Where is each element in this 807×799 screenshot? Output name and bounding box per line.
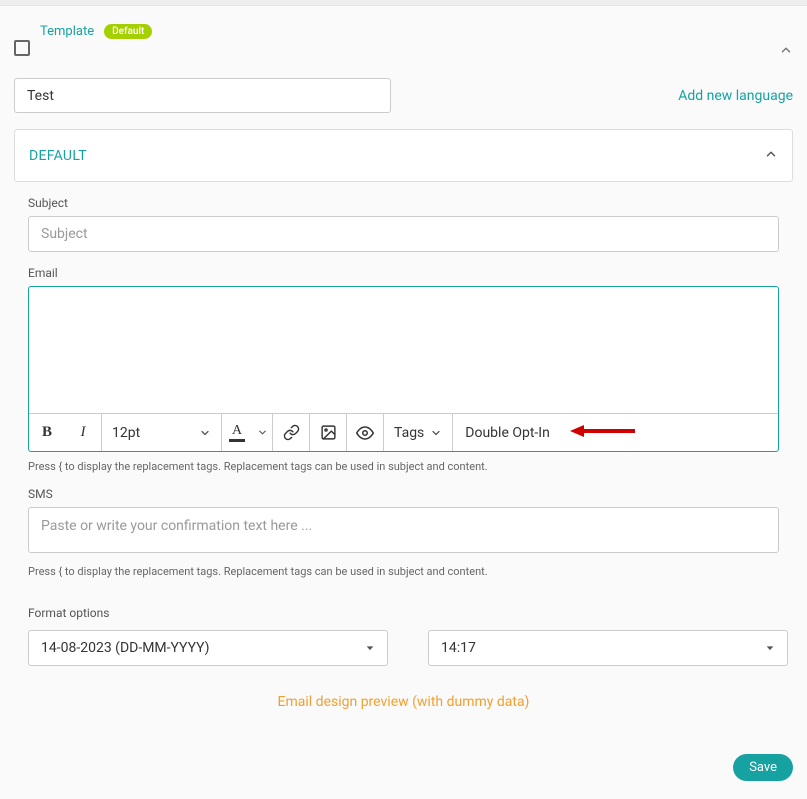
email-editor: B I 12pt A: [28, 286, 779, 452]
caret-down-icon: [365, 643, 375, 653]
double-opt-in-label: Double Opt-In: [465, 425, 550, 441]
email-label: Email: [28, 266, 779, 280]
chevron-down-icon: [199, 427, 211, 439]
email-editor-content[interactable]: [29, 287, 778, 413]
tags-label: Tags: [394, 425, 424, 441]
subject-input[interactable]: [28, 216, 779, 252]
template-link[interactable]: Template: [40, 24, 94, 39]
image-button[interactable]: [310, 414, 346, 451]
bold-button[interactable]: B: [29, 414, 65, 451]
font-size-value: 12pt: [112, 425, 140, 441]
replacement-hint-sms: Press { to display the replacement tags.…: [28, 565, 779, 578]
image-icon: [320, 424, 337, 441]
link-icon: [283, 424, 300, 441]
preview-button[interactable]: [347, 414, 383, 451]
font-size-select[interactable]: 12pt: [102, 414, 222, 451]
arrow-annotation: [570, 423, 635, 443]
date-format-select[interactable]: 14-08-2023 (DD-MM-YYYY): [28, 630, 388, 666]
default-panel-header[interactable]: DEFAULT: [15, 130, 792, 181]
default-badge: Default: [104, 24, 152, 39]
template-name-input[interactable]: [14, 78, 391, 113]
link-button[interactable]: [273, 414, 309, 451]
double-opt-in-button[interactable]: Double Opt-In: [453, 414, 562, 451]
time-format-value: 14:17: [441, 640, 476, 656]
format-options-label: Format options: [28, 606, 779, 620]
editor-toolbar: B I 12pt A: [29, 413, 778, 451]
text-color-dropdown[interactable]: [252, 414, 272, 451]
add-language-link[interactable]: Add new language: [678, 88, 793, 104]
sms-input[interactable]: [28, 507, 779, 553]
chevron-up-icon: [764, 146, 778, 165]
panel-title: DEFAULT: [29, 148, 87, 164]
chevron-down-icon: [430, 427, 442, 439]
italic-button[interactable]: I: [65, 414, 101, 451]
chevron-down-icon: [257, 427, 268, 438]
text-color-button[interactable]: A: [222, 414, 252, 451]
chevron-up-icon[interactable]: [779, 42, 793, 61]
replacement-hint: Press { to display the replacement tags.…: [28, 460, 779, 473]
save-button[interactable]: Save: [733, 754, 793, 781]
template-checkbox[interactable]: [14, 40, 30, 56]
eye-icon: [356, 424, 374, 442]
date-format-value: 14-08-2023 (DD-MM-YYYY): [41, 640, 210, 656]
sms-label: SMS: [28, 487, 779, 501]
caret-down-icon: [765, 643, 775, 653]
tags-select[interactable]: Tags: [384, 414, 453, 451]
email-preview-link[interactable]: Email design preview (with dummy data): [28, 694, 779, 710]
subject-label: Subject: [28, 196, 779, 210]
text-color-letter: A: [232, 424, 242, 438]
time-format-select[interactable]: 14:17: [428, 630, 788, 666]
